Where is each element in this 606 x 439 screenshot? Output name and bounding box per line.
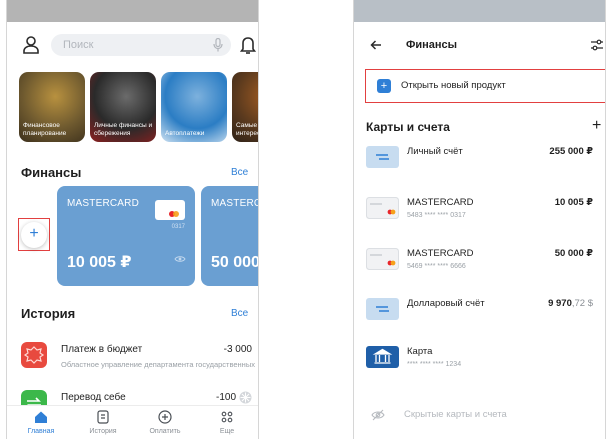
top-bar: Поиск <box>7 32 258 60</box>
nav-history-label: История <box>89 428 117 435</box>
account-title: Личный счёт <box>407 146 463 157</box>
story-card[interactable]: Самые интересные города <box>232 72 258 142</box>
account-balance-cents: ,72 $ <box>571 298 593 309</box>
emblem-icon <box>21 342 47 368</box>
finances-screen: Финансы + Открыть новый продукт Карты и … <box>353 0 606 439</box>
history-all-link[interactable]: Все <box>231 308 248 319</box>
account-balance: 255 000 ₽ <box>549 146 593 157</box>
nav-pay-label: Оплатить <box>149 428 181 435</box>
card-mastercard-2[interactable]: MASTERCARD 50 000 ₽ <box>201 186 259 286</box>
bank-building-icon <box>366 346 399 368</box>
profile-icon[interactable] <box>22 35 40 55</box>
account-number: **** **** **** 1234 <box>407 361 462 368</box>
story-card[interactable]: Автоплатежи <box>161 72 227 142</box>
mastercard-logo-icon <box>155 200 185 220</box>
story-label: Личные финансы и сбережения <box>94 122 153 137</box>
history-amount: -100 <box>215 392 236 403</box>
account-thumb-icon <box>366 298 399 320</box>
bottom-navigation: Главная История Оплатить Еще <box>7 405 258 439</box>
nav-pay[interactable]: Оплатить <box>135 410 195 435</box>
account-row[interactable]: Долларовый счёт 9 970,72 $ <box>354 292 605 332</box>
account-thumb-icon <box>366 146 399 168</box>
history-amount: -3 000 <box>223 344 252 355</box>
back-arrow-icon[interactable] <box>370 39 382 51</box>
status-bar <box>7 0 258 22</box>
history-icon <box>97 410 109 424</box>
story-card[interactable]: Финансовое планирование <box>19 72 85 142</box>
search-input[interactable]: Поиск <box>51 34 231 56</box>
account-title: MASTERCARD <box>407 197 474 208</box>
bank-logo-icon <box>239 391 252 404</box>
open-new-product-label: Открыть новый продукт <box>401 80 506 91</box>
account-title: MASTERCARD <box>407 248 474 259</box>
account-number: 5483 **** **** 0317 <box>407 212 466 219</box>
status-bar <box>354 0 605 22</box>
nav-history[interactable]: История <box>73 410 133 435</box>
account-number: 5469 **** **** 6666 <box>407 263 466 270</box>
home-icon <box>35 411 47 423</box>
section-title: Карты и счета <box>366 120 450 134</box>
account-row[interactable]: MASTERCARD 5483 **** **** 0317 10 005 ₽ <box>354 191 605 231</box>
account-title: Долларовый счёт <box>407 298 485 309</box>
card-balance: 50 000 ₽ <box>211 254 259 271</box>
eye-icon[interactable] <box>174 255 186 263</box>
story-label: Автоплатежи <box>165 129 205 137</box>
card-thumb-icon <box>366 197 399 219</box>
more-icon <box>221 411 233 423</box>
nav-home-label: Главная <box>27 428 55 435</box>
microphone-icon[interactable] <box>213 38 223 52</box>
hidden-accounts-label: Скрытые карты и счета <box>404 409 507 420</box>
account-row[interactable]: Карта **** **** **** 1234 <box>354 340 605 380</box>
card-balance: 10 005 ₽ <box>67 254 132 271</box>
account-balance: 9 970,72 $ <box>548 298 593 309</box>
account-row[interactable]: Личный счёт 255 000 ₽ <box>354 140 605 180</box>
history-item[interactable]: Платеж в бюджет Областное управление деп… <box>7 342 258 378</box>
page-title: Финансы <box>406 39 458 51</box>
story-label: Самые интересные города <box>236 122 258 137</box>
history-section-title: История <box>21 306 76 321</box>
account-balance-main: 9 970 <box>548 298 572 309</box>
notification-bell-icon[interactable] <box>239 35 257 55</box>
home-screen: Поиск Финансовое планирование Личные фина… <box>6 0 259 439</box>
nav-more[interactable]: Еще <box>197 410 257 435</box>
account-title: Карта <box>407 346 433 357</box>
eye-off-icon <box>371 409 385 421</box>
hidden-accounts-row[interactable]: Скрытые карты и счета <box>354 405 605 429</box>
plus-square-icon: + <box>377 79 391 93</box>
nav-more-label: Еще <box>219 428 235 435</box>
story-card[interactable]: Личные финансы и сбережения <box>90 72 156 142</box>
history-subtitle: Областное управление департамента госуда… <box>61 360 255 369</box>
card-mastercard-1[interactable]: MASTERCARD 0317 10 005 ₽ <box>57 186 195 286</box>
account-balance-main: 10 005 ₽ <box>554 197 593 208</box>
story-label: Финансовое планирование <box>23 122 67 137</box>
settings-sliders-icon[interactable] <box>590 38 604 52</box>
history-title: Перевод себе <box>61 392 126 403</box>
account-balance-main: 255 000 ₽ <box>549 146 593 157</box>
plus-icon: + <box>29 225 39 242</box>
open-new-product-button[interactable]: + Открыть новый продукт <box>365 69 605 103</box>
finances-all-link[interactable]: Все <box>231 167 248 178</box>
nav-home[interactable]: Главная <box>11 410 71 435</box>
search-placeholder: Поиск <box>63 39 94 51</box>
card-name: MASTERCARD <box>67 198 140 209</box>
card-name: MASTERCARD <box>211 198 258 209</box>
finances-section-title: Финансы <box>21 165 82 180</box>
stories-carousel[interactable]: Финансовое планирование Личные финансы и … <box>19 72 258 142</box>
history-title: Платеж в бюджет <box>61 344 143 355</box>
card-thumb-icon <box>366 248 399 270</box>
card-number: 0317 <box>171 224 185 230</box>
account-balance: 50 000 ₽ <box>555 248 593 259</box>
add-card-button[interactable]: + <box>21 222 47 248</box>
account-row[interactable]: MASTERCARD 5469 **** **** 6666 50 000 ₽ <box>354 242 605 282</box>
header: Финансы <box>354 30 605 60</box>
account-balance-main: 50 000 ₽ <box>554 248 593 259</box>
account-balance: 10 005 ₽ <box>555 197 593 208</box>
pay-icon <box>158 410 172 424</box>
add-account-icon[interactable]: + <box>592 117 601 135</box>
